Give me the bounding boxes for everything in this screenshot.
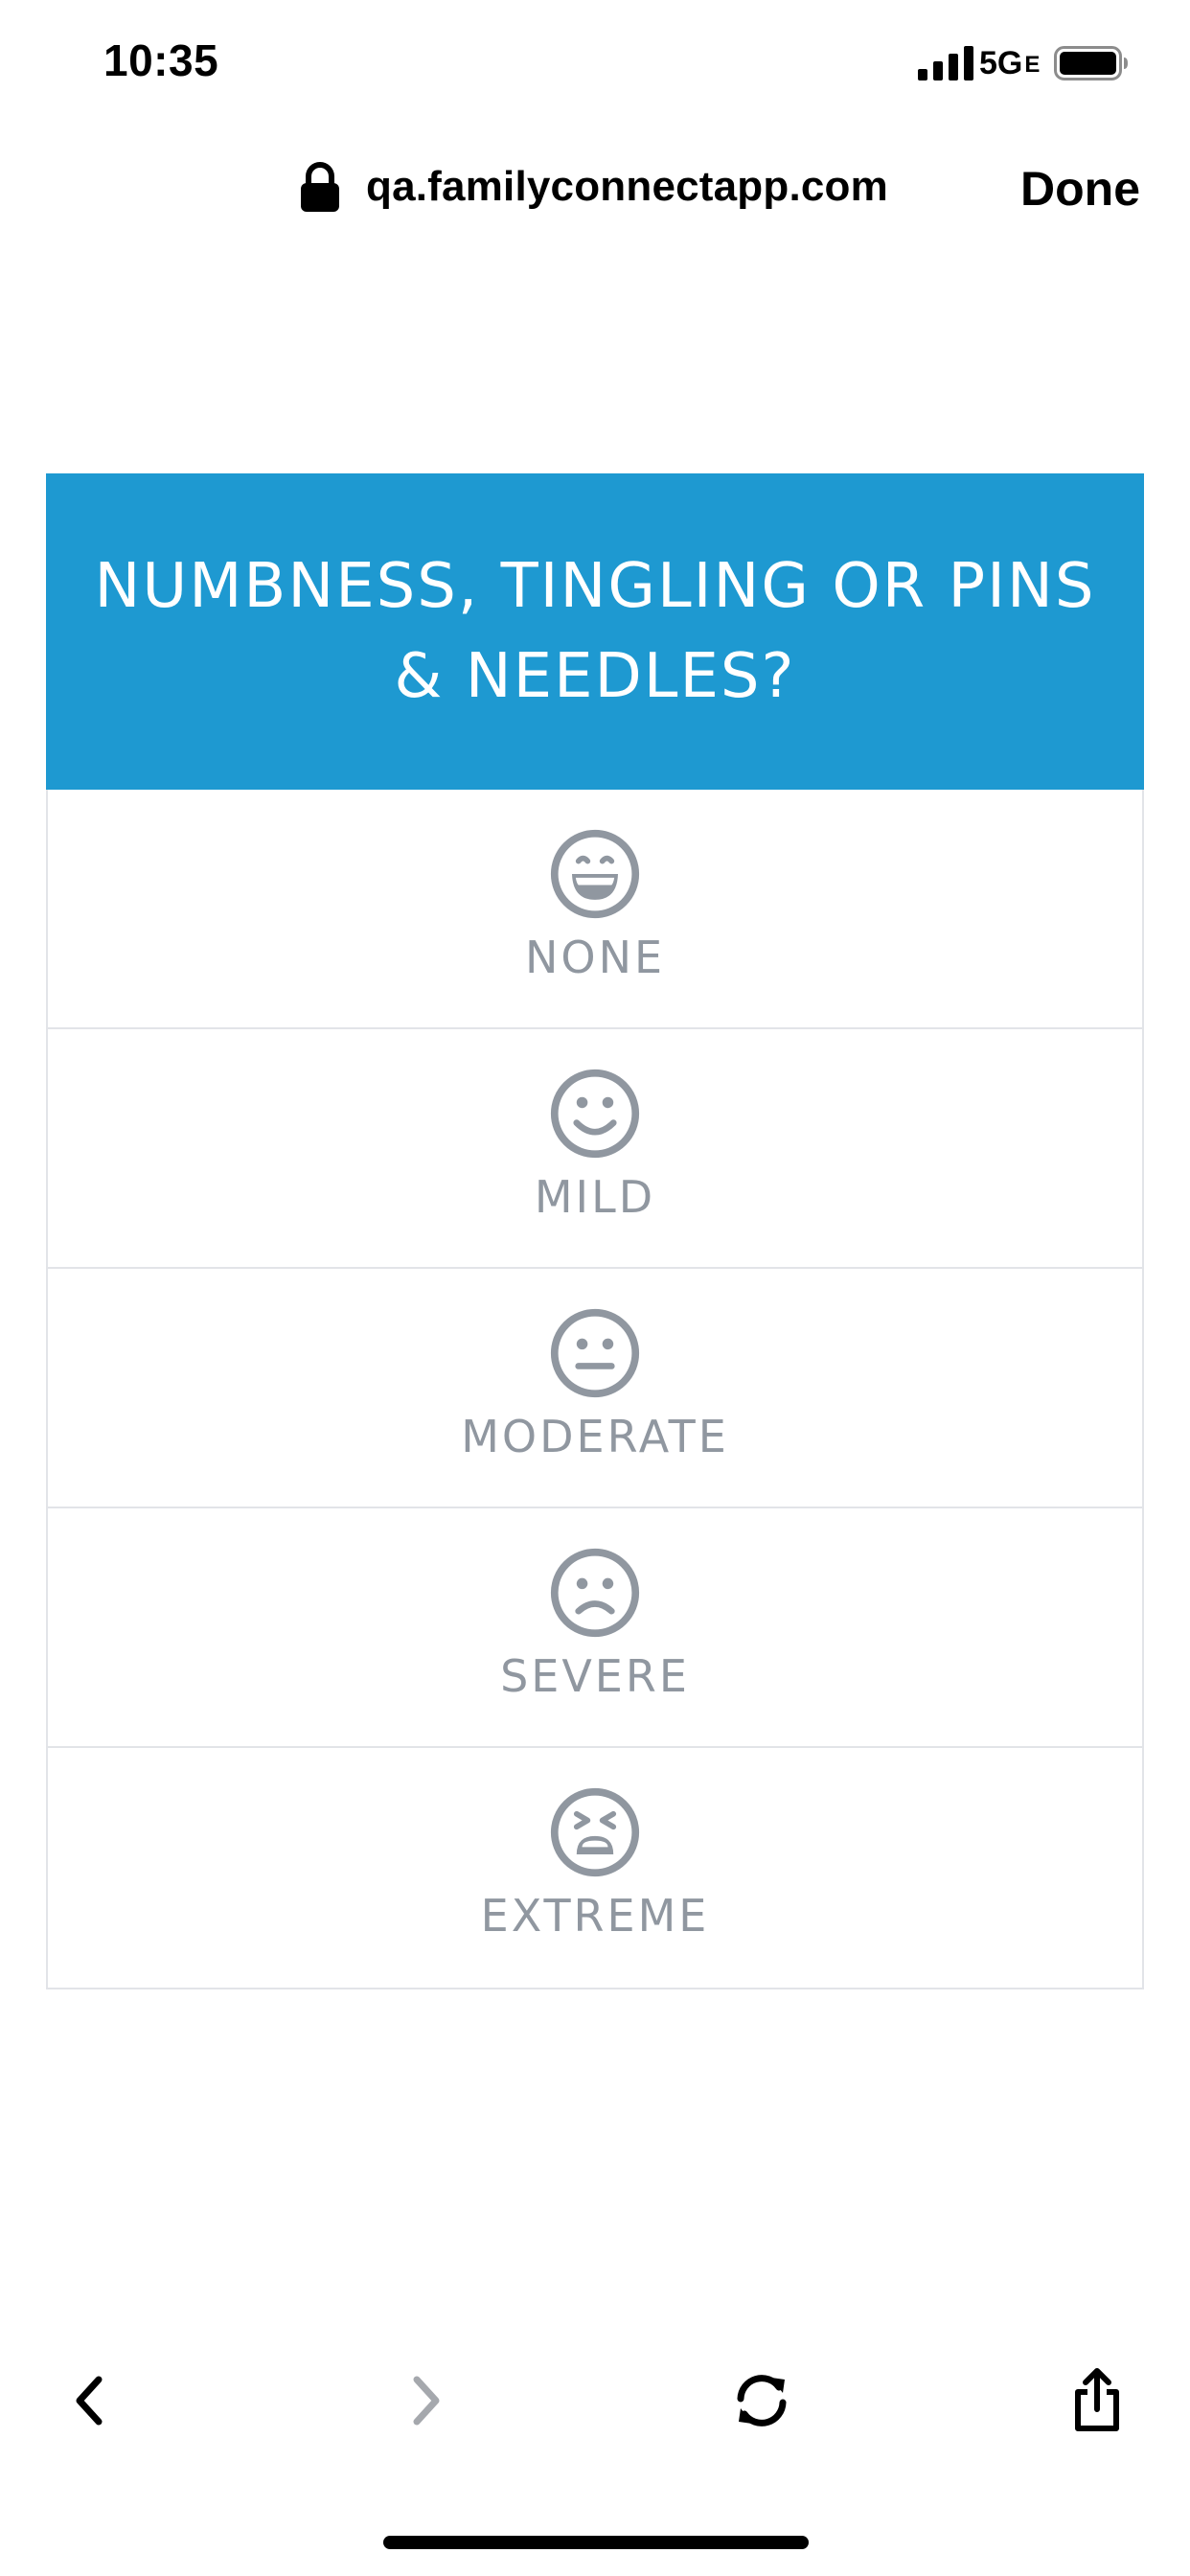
reload-icon bbox=[737, 2375, 787, 2426]
option-mild[interactable]: MILD bbox=[48, 1029, 1142, 1269]
neutral-face-icon bbox=[550, 1308, 640, 1398]
home-indicator[interactable] bbox=[383, 2536, 809, 2549]
browser-url-bar: qa.familyconnectapp.com Done bbox=[0, 144, 1190, 230]
option-severe[interactable]: SEVERE bbox=[48, 1508, 1142, 1748]
question-header: NUMBNESS, TINGLING OR PINS & NEEDLES? bbox=[46, 473, 1144, 790]
lock-icon bbox=[301, 162, 339, 212]
forward-icon bbox=[413, 2376, 440, 2426]
grinning-face-icon bbox=[550, 829, 640, 919]
option-label: EXTREME bbox=[480, 1890, 710, 1942]
option-label: MODERATE bbox=[461, 1411, 729, 1462]
network-label: 5G bbox=[979, 45, 1023, 81]
frowning-face-icon bbox=[550, 1548, 640, 1638]
cellular-signal-icon bbox=[918, 46, 973, 80]
done-button[interactable]: Done bbox=[1020, 161, 1140, 217]
battery-icon bbox=[1054, 46, 1128, 80]
share-button[interactable] bbox=[1054, 2348, 1140, 2453]
status-time: 10:35 bbox=[103, 35, 219, 85]
option-label: MILD bbox=[534, 1171, 656, 1223]
option-extreme[interactable]: EXTREME bbox=[48, 1748, 1142, 1988]
question-title: NUMBNESS, TINGLING OR PINS & NEEDLES? bbox=[94, 551, 1096, 712]
url-text[interactable]: qa.familyconnectapp.com bbox=[366, 163, 888, 211]
option-none[interactable]: NONE bbox=[48, 790, 1142, 1029]
options-list: NONE MILD MODERATE SEVERE EXTREME bbox=[46, 790, 1144, 1990]
forward-button[interactable] bbox=[383, 2348, 469, 2453]
option-moderate[interactable]: MODERATE bbox=[48, 1269, 1142, 1508]
smiling-face-icon bbox=[550, 1069, 640, 1159]
reload-button[interactable] bbox=[719, 2348, 805, 2453]
share-icon bbox=[1075, 2368, 1119, 2431]
network-type: 5GE bbox=[979, 46, 1040, 82]
option-label: SEVERE bbox=[500, 1650, 690, 1702]
question-card: NUMBNESS, TINGLING OR PINS & NEEDLES? NO… bbox=[46, 473, 1144, 1990]
network-suffix: E bbox=[1024, 52, 1041, 78]
browser-toolbar bbox=[0, 2348, 1190, 2453]
tired-face-icon bbox=[550, 1787, 640, 1877]
back-icon bbox=[76, 2376, 103, 2426]
option-label: NONE bbox=[524, 932, 666, 983]
status-bar: 10:35 5GE bbox=[0, 0, 1190, 134]
back-button[interactable] bbox=[46, 2348, 132, 2453]
